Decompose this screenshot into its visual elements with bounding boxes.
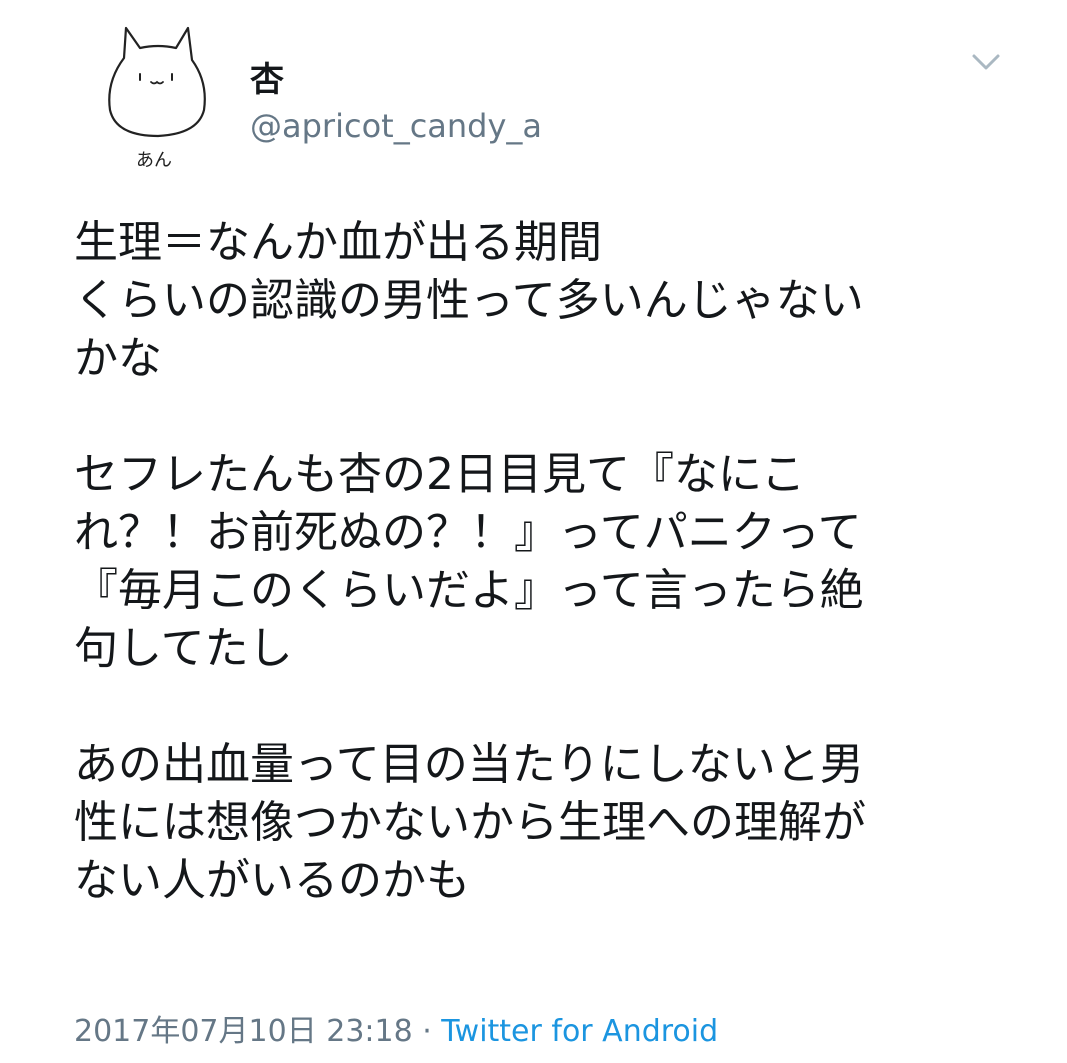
tweet-meta: 2017年07月10日 23:18 · Twitter for Android — [74, 1012, 718, 1052]
tweet-timestamp[interactable]: 2017年07月10日 23:18 — [74, 1014, 413, 1049]
tweet-line: かな — [74, 333, 162, 384]
avatar[interactable]: あん — [96, 18, 220, 178]
tweet-paragraph: セフレたんも杏の2日目見て『なにこ れ？！お前死ぬの？！』ってパニクって 『毎月… — [74, 446, 1034, 678]
tweet-source-link[interactable]: Twitter for Android — [441, 1014, 718, 1049]
tweet-line: くらいの認識の男性って多いんじゃない — [74, 275, 864, 326]
tweet-card: あん 杏 @apricot_candy_a 生理＝なんか血が出る期間 くらいの認… — [0, 0, 1067, 1063]
chevron-down-icon — [972, 54, 1000, 70]
author-handle[interactable]: @apricot_candy_a — [250, 106, 542, 146]
tweet-paragraph: あの出血量って目の当たりにしないと男 性には想像つかないから生理への理解が ない… — [74, 736, 1034, 910]
more-options-button[interactable] — [966, 48, 1006, 78]
avatar-caption: あん — [136, 150, 172, 171]
cat-avatar-icon: あん — [108, 26, 206, 171]
tweet-paragraph: 生理＝なんか血が出る期間 くらいの認識の男性って多いんじゃない かな — [74, 214, 1034, 388]
tweet-line: 性には想像つかないから生理への理解が — [74, 797, 866, 848]
tweet-line: セフレたんも杏の2日目見て『なにこ — [74, 449, 806, 500]
author-name[interactable]: 杏 — [250, 60, 284, 100]
meta-separator: · — [412, 1014, 442, 1049]
tweet-line: 句してたし — [74, 623, 293, 674]
tweet-line: れ？！お前死ぬの？！』ってパニクって — [74, 507, 862, 558]
tweet-line: 『毎月このくらいだよ』って言ったら絶 — [74, 565, 864, 616]
tweet-line: ない人がいるのかも — [74, 855, 470, 906]
tweet-line: 生理＝なんか血が出る期間 — [74, 217, 602, 268]
tweet-line: あの出血量って目の当たりにしないと男 — [74, 739, 864, 790]
tweet-text: 生理＝なんか血が出る期間 くらいの認識の男性って多いんじゃない かな セフレたん… — [74, 214, 1034, 910]
